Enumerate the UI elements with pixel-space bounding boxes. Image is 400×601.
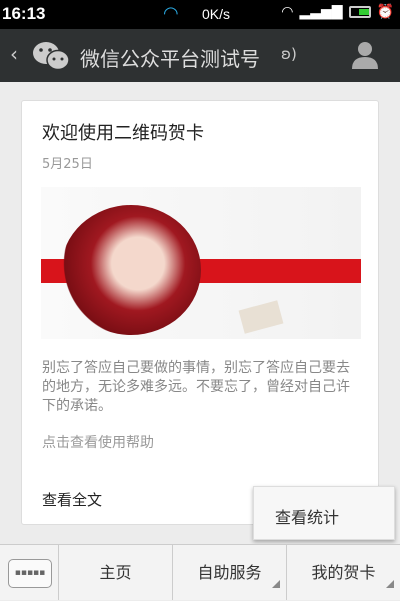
menu-label: 主页 bbox=[99, 563, 132, 582]
account-title: 微信公众平台测试号 bbox=[80, 47, 260, 71]
back-icon[interactable]: ‹ bbox=[10, 42, 18, 66]
menu-label: 自助服务 bbox=[197, 563, 262, 582]
submenu-indicator-icon bbox=[386, 580, 394, 588]
article-date: 5月25日 bbox=[42, 157, 93, 172]
keyboard-toggle-button[interactable]: ▪▪▪▪▪ bbox=[0, 545, 59, 600]
status-bar: 16:13 ◠ 0K/s ◠ ▂▃▅▇ ⏰ bbox=[0, 0, 400, 29]
nav-bar: ‹ 微信公众平台测试号 ʚ) bbox=[0, 29, 400, 82]
signal-icon: ▂▃▅▇ bbox=[299, 4, 343, 20]
article-cover-image bbox=[41, 187, 361, 339]
alarm-icon: ⏰ bbox=[376, 4, 394, 20]
bottom-menu-bar: ▪▪▪▪▪ 主页 自助服务 我的贺卡 bbox=[0, 544, 400, 600]
wifi-icon: ◠ bbox=[281, 4, 294, 20]
submenu-indicator-icon bbox=[272, 580, 280, 588]
earpiece-mode-icon: ʚ) bbox=[281, 45, 297, 63]
article-card[interactable]: 欢迎使用二维码贺卡 5月25日 别忘了答应自己要做的事情，别忘了答应自己要去的地… bbox=[21, 100, 379, 525]
menu-self-service[interactable]: 自助服务 bbox=[173, 545, 287, 600]
menu-label: 我的贺卡 bbox=[311, 563, 376, 582]
profile-icon[interactable] bbox=[352, 41, 378, 69]
network-speed: 0K/s bbox=[202, 6, 231, 22]
clock: 16:13 bbox=[2, 4, 46, 23]
help-link[interactable]: 点击查看使用帮助 bbox=[42, 432, 154, 452]
article-description: 别忘了答应自己要做的事情，别忘了答应自己要去的地方，无论多难多远。不要忘了，曾经… bbox=[42, 360, 350, 414]
wechat-logo-icon bbox=[33, 42, 70, 71]
menu-home[interactable]: 主页 bbox=[59, 545, 173, 600]
wifi-activity-icon: ◠ bbox=[163, 3, 179, 24]
popup-menu-item-statistics[interactable]: 查看统计 bbox=[253, 486, 395, 540]
battery-icon bbox=[348, 6, 371, 18]
read-full-link[interactable]: 查看全文 bbox=[42, 489, 102, 510]
menu-my-cards[interactable]: 我的贺卡 bbox=[287, 545, 400, 600]
article-title: 欢迎使用二维码贺卡 bbox=[42, 123, 204, 144]
keyboard-icon: ▪▪▪▪▪ bbox=[8, 559, 52, 588]
